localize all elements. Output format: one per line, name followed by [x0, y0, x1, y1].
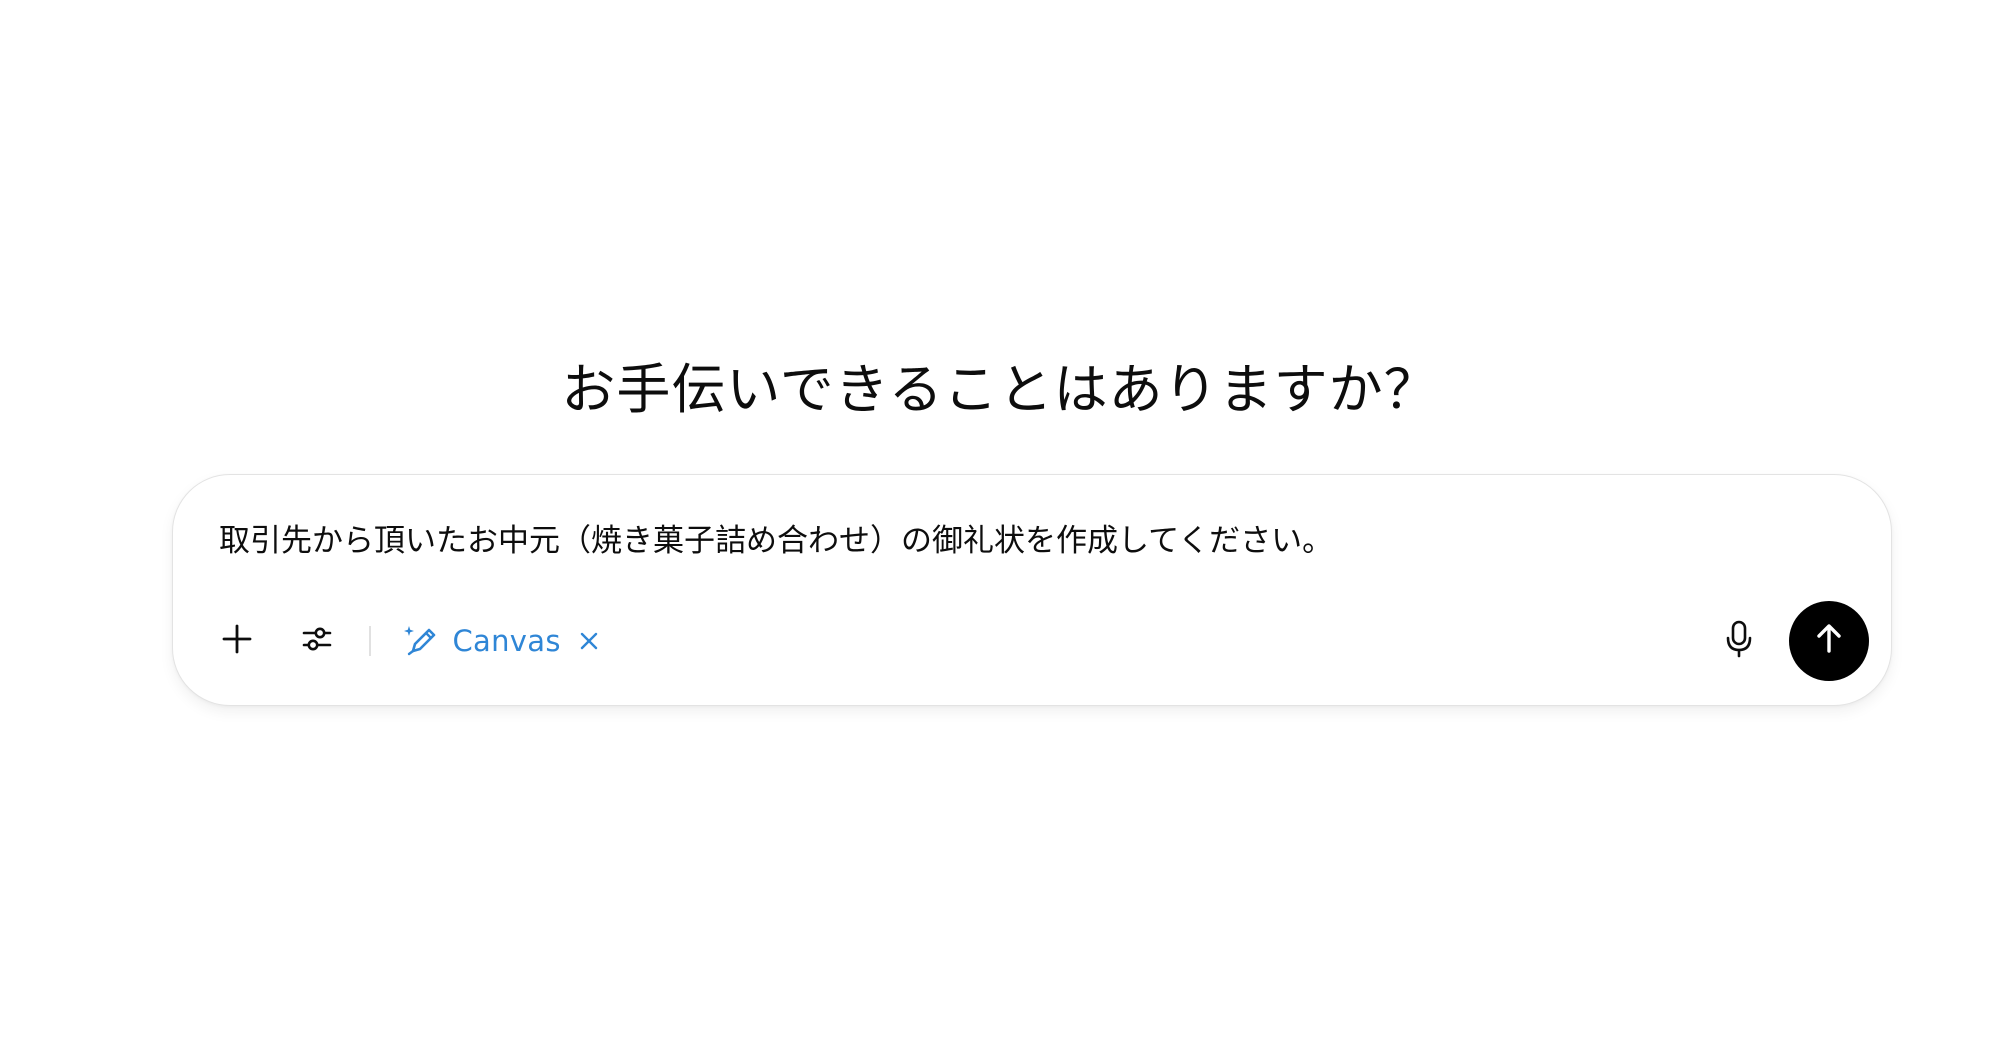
- tools-button[interactable]: [289, 613, 345, 669]
- arrow-up-icon: [1811, 621, 1847, 661]
- pencil-sparkle-icon: [401, 621, 441, 661]
- prompt-composer: 取引先から頂いたお中元（焼き菓子詰め合わせ）の御礼状を作成してください。 Can…: [172, 474, 1892, 706]
- sliders-icon: [300, 622, 334, 660]
- plus-icon: [220, 622, 254, 660]
- close-icon[interactable]: [575, 627, 603, 655]
- canvas-chip[interactable]: Canvas: [401, 617, 603, 665]
- page: お手伝いできることはありますか？ 取引先から頂いたお中元（焼き菓子詰め合わせ）の…: [0, 0, 2000, 1050]
- prompt-input[interactable]: 取引先から頂いたお中元（焼き菓子詰め合わせ）の御礼状を作成してください。: [219, 515, 1819, 567]
- send-button[interactable]: [1789, 601, 1869, 681]
- composer-toolbar: Canvas: [209, 601, 1869, 681]
- add-attachment-button[interactable]: [209, 613, 265, 669]
- canvas-chip-label: Canvas: [452, 624, 561, 658]
- toolbar-divider: [369, 626, 371, 656]
- page-title: お手伝いできることはありますか？: [561, 358, 1439, 422]
- dictate-button[interactable]: [1711, 613, 1767, 669]
- microphone-icon: [1722, 619, 1756, 663]
